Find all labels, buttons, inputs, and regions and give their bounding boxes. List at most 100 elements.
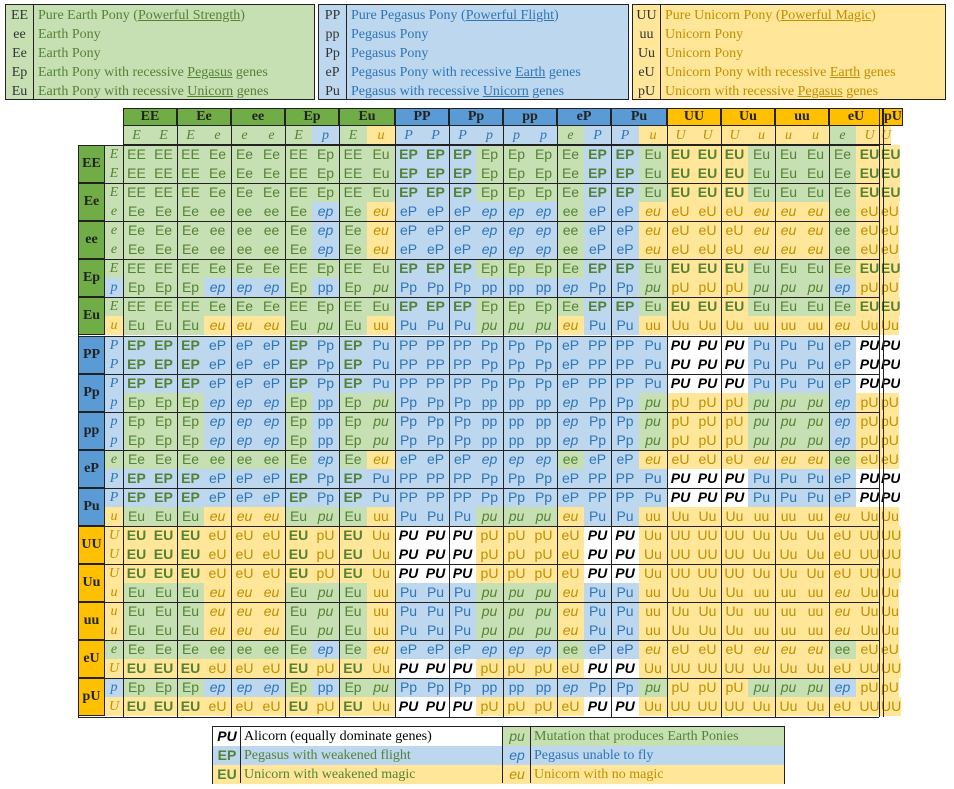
genotype-cell: Ee xyxy=(285,449,312,469)
genotype-cell: EE xyxy=(285,297,312,317)
genotype-cell: pu xyxy=(802,392,829,412)
genotype-cell: Eu xyxy=(775,259,802,279)
legend-text-pre: Unicorn Pony xyxy=(665,27,744,42)
genotype-cell: Ep xyxy=(339,278,367,298)
genotype-cell: PU xyxy=(667,354,694,374)
genotype-cell: EU xyxy=(339,659,367,679)
genotype-cell: ee xyxy=(829,221,856,241)
genotype-cell: eu xyxy=(639,449,667,469)
genotype-cell: EP xyxy=(123,373,150,393)
genotype-cell: PU xyxy=(694,354,721,374)
genotype-cell: Ep xyxy=(312,183,339,203)
genotype-cell: Pu xyxy=(422,316,449,336)
genotype-cell: PU xyxy=(721,335,748,355)
genotype-cell: EE xyxy=(123,297,150,317)
genotype-cell: Ep xyxy=(339,430,367,450)
genotype-cell: Ep xyxy=(123,278,150,298)
legend-description: Pegasus Pony with recessive Earth genes xyxy=(351,63,581,82)
genotype-cell: Pp xyxy=(449,278,476,298)
genotype-cell: eU xyxy=(829,526,856,545)
genotype-cell: eU xyxy=(721,202,748,222)
genotype-cell: Uu xyxy=(802,564,829,584)
row-parent-header: Ee xyxy=(78,183,105,222)
genotype-cell: EP xyxy=(611,145,639,164)
genotype-cell: eU xyxy=(829,545,856,564)
genotype-cell: Pp xyxy=(422,392,449,412)
genotype-cell: eU xyxy=(829,564,856,584)
genotype-cell: eU xyxy=(694,640,721,660)
genotype-cell: EU xyxy=(177,545,204,564)
genotype-cell: UU xyxy=(881,526,902,545)
genotype-cell: Eu xyxy=(177,583,204,603)
genotype-cell: EP xyxy=(150,335,177,355)
genotype-cell: eP xyxy=(231,335,258,355)
genotype-cell: eu xyxy=(639,221,667,241)
genotype-cell: EU xyxy=(667,145,694,164)
genotype-cell: eu xyxy=(204,583,231,603)
genotype-cell: pu xyxy=(748,430,775,450)
genotype-cell: eP xyxy=(557,335,584,355)
genotype-cell: ep xyxy=(312,449,339,469)
genotype-cell: Eu xyxy=(775,164,802,183)
genotype-cell: pu xyxy=(775,392,802,412)
genotype-cell: eP xyxy=(557,354,584,374)
genotype-cell: eP xyxy=(557,468,584,488)
genotype-cell: PU xyxy=(611,526,639,545)
genotype-cell: pU xyxy=(667,430,694,450)
genotype-cell: EU xyxy=(667,183,694,203)
col-parent-header: eP xyxy=(557,108,611,126)
genotype-cell: Eu xyxy=(367,259,395,279)
legend-swatch-text: Pegasus with weakened flight xyxy=(241,746,503,765)
genotype-cell: Uu xyxy=(802,526,829,545)
genotype-cell: pp xyxy=(530,278,557,298)
col-allele-header: e xyxy=(557,126,584,145)
genotype-cell: pU xyxy=(476,659,503,679)
legend-link: Unicorn xyxy=(482,84,529,99)
genotype-cell: pu xyxy=(367,392,395,412)
genotype-cell: Pp xyxy=(449,430,476,450)
legend-text-pre: Pegasus with recessive xyxy=(351,84,483,99)
legend-code: eU xyxy=(638,65,655,80)
genotype-cell: pu xyxy=(476,621,503,641)
genotype-cell: Uu xyxy=(748,545,775,564)
legend-text-pre: Earth Pony with recessive xyxy=(38,84,188,99)
genotype-cell: pU xyxy=(694,392,721,412)
legend-code-divider xyxy=(33,5,34,99)
genotype-cell: Ep xyxy=(503,164,530,183)
genotype-cell: EU xyxy=(667,297,694,317)
genotype-cell: pu xyxy=(367,430,395,450)
genotype-cell: uu xyxy=(802,316,829,336)
genotype-cell: Ee xyxy=(177,640,204,660)
genotype-cell: ee xyxy=(258,240,285,260)
genotype-cell: Pu xyxy=(611,583,639,603)
grid-line-h xyxy=(78,678,879,680)
genotype-cell: pU xyxy=(721,392,748,412)
legend-swatch-code: pu xyxy=(503,727,531,746)
genotype-cell: Pu xyxy=(639,335,667,355)
genotype-cell: Ee xyxy=(150,640,177,660)
genotype-cell: Pu xyxy=(449,506,476,526)
legend-text-post: genes xyxy=(233,84,269,99)
genotype-cell: Uu xyxy=(748,526,775,545)
genotype-cell: Eu xyxy=(802,183,829,203)
genotype-cell: Ee xyxy=(829,164,856,183)
genotype-cell: Eu xyxy=(123,621,150,641)
genotype-cell: PP xyxy=(395,354,422,374)
genotype-cell: Ee xyxy=(177,240,204,260)
genotype-cell: EP xyxy=(150,354,177,374)
genotype-cell: pu xyxy=(802,430,829,450)
genotype-cell: EU xyxy=(694,164,721,183)
genotype-cell: Uu xyxy=(721,316,748,336)
genotype-cell: Eu xyxy=(123,506,150,526)
legend-text-pre: Pure Unicorn Pony ( xyxy=(665,8,781,23)
genotype-cell: Ep xyxy=(285,278,312,298)
legend-code: eP xyxy=(325,65,340,80)
grid-line-h xyxy=(78,602,879,604)
legend-description: Unicorn Pony xyxy=(665,44,743,63)
genotype-cell: EU xyxy=(721,259,748,279)
row-parent-header: UU xyxy=(78,526,105,565)
genotype-cell: Pp xyxy=(312,373,339,393)
genotype-cell: pU xyxy=(530,545,557,564)
grid-line-h xyxy=(78,297,879,299)
genotype-cell: ep xyxy=(204,411,231,431)
